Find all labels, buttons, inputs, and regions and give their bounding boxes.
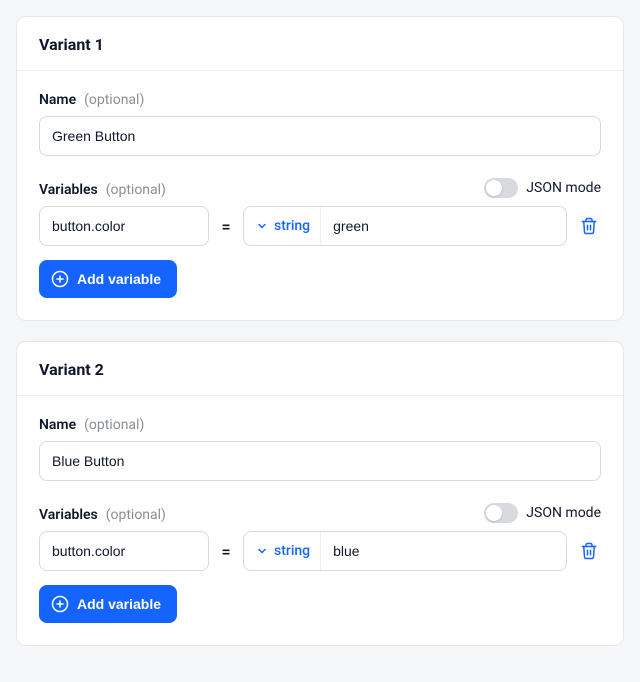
variant-body: Name (optional) Variables (optional) JSO… — [17, 396, 623, 645]
json-mode-label: JSON mode — [526, 180, 601, 196]
variables-label-wrap: Variables (optional) — [39, 179, 166, 198]
name-label-row: Name (optional) — [39, 89, 601, 108]
plus-circle-icon — [51, 270, 69, 288]
variable-row: = string — [39, 531, 601, 571]
chevron-down-icon — [256, 545, 268, 557]
variable-value-wrap: string — [243, 206, 567, 246]
name-input[interactable] — [39, 441, 601, 481]
variables-label: Variables — [39, 507, 98, 523]
trash-icon — [580, 217, 598, 235]
variable-type-label: string — [274, 218, 310, 234]
name-label-row: Name (optional) — [39, 414, 601, 433]
variable-key-input[interactable] — [39, 206, 209, 246]
variables-label-row: Variables (optional) JSON mode — [39, 178, 601, 198]
json-mode-toggle[interactable] — [484, 178, 518, 198]
variables-optional: (optional) — [106, 507, 166, 523]
toggle-knob — [486, 180, 502, 196]
variables-label: Variables — [39, 182, 98, 198]
add-variable-label: Add variable — [77, 596, 161, 612]
name-label: Name — [39, 417, 76, 433]
json-mode-label: JSON mode — [526, 505, 601, 521]
variable-row: = string — [39, 206, 601, 246]
variable-type-selector[interactable]: string — [244, 532, 321, 570]
name-optional: (optional) — [84, 92, 144, 108]
trash-icon — [580, 542, 598, 560]
name-label: Name — [39, 92, 76, 108]
equals-sign: = — [219, 217, 233, 236]
variables-label-wrap: Variables (optional) — [39, 504, 166, 523]
name-label-wrap: Name (optional) — [39, 414, 144, 433]
name-input[interactable] — [39, 116, 601, 156]
variable-key-input[interactable] — [39, 531, 209, 571]
toggle-knob — [486, 505, 502, 521]
delete-variable-button[interactable] — [577, 539, 601, 563]
plus-circle-icon — [51, 595, 69, 613]
variable-value-input[interactable] — [321, 207, 566, 245]
add-variable-button[interactable]: Add variable — [39, 260, 177, 298]
variant-card-1: Variant 1 Name (optional) Variables (opt… — [16, 16, 624, 321]
variant-header: Variant 2 — [17, 342, 623, 396]
name-label-wrap: Name (optional) — [39, 89, 144, 108]
add-variable-label: Add variable — [77, 271, 161, 287]
equals-sign: = — [219, 542, 233, 561]
json-mode-toggle[interactable] — [484, 503, 518, 523]
variant-title: Variant 1 — [39, 35, 601, 54]
name-optional: (optional) — [84, 417, 144, 433]
variant-title: Variant 2 — [39, 360, 601, 379]
variable-value-input[interactable] — [321, 532, 566, 570]
variant-body: Name (optional) Variables (optional) JSO… — [17, 71, 623, 320]
variant-card-2: Variant 2 Name (optional) Variables (opt… — [16, 341, 624, 646]
variable-type-selector[interactable]: string — [244, 207, 321, 245]
json-mode-wrap: JSON mode — [484, 503, 601, 523]
json-mode-wrap: JSON mode — [484, 178, 601, 198]
variables-label-row: Variables (optional) JSON mode — [39, 503, 601, 523]
variable-value-wrap: string — [243, 531, 567, 571]
variable-type-label: string — [274, 543, 310, 559]
add-variable-button[interactable]: Add variable — [39, 585, 177, 623]
delete-variable-button[interactable] — [577, 214, 601, 238]
variables-optional: (optional) — [106, 182, 166, 198]
variant-header: Variant 1 — [17, 17, 623, 71]
chevron-down-icon — [256, 220, 268, 232]
